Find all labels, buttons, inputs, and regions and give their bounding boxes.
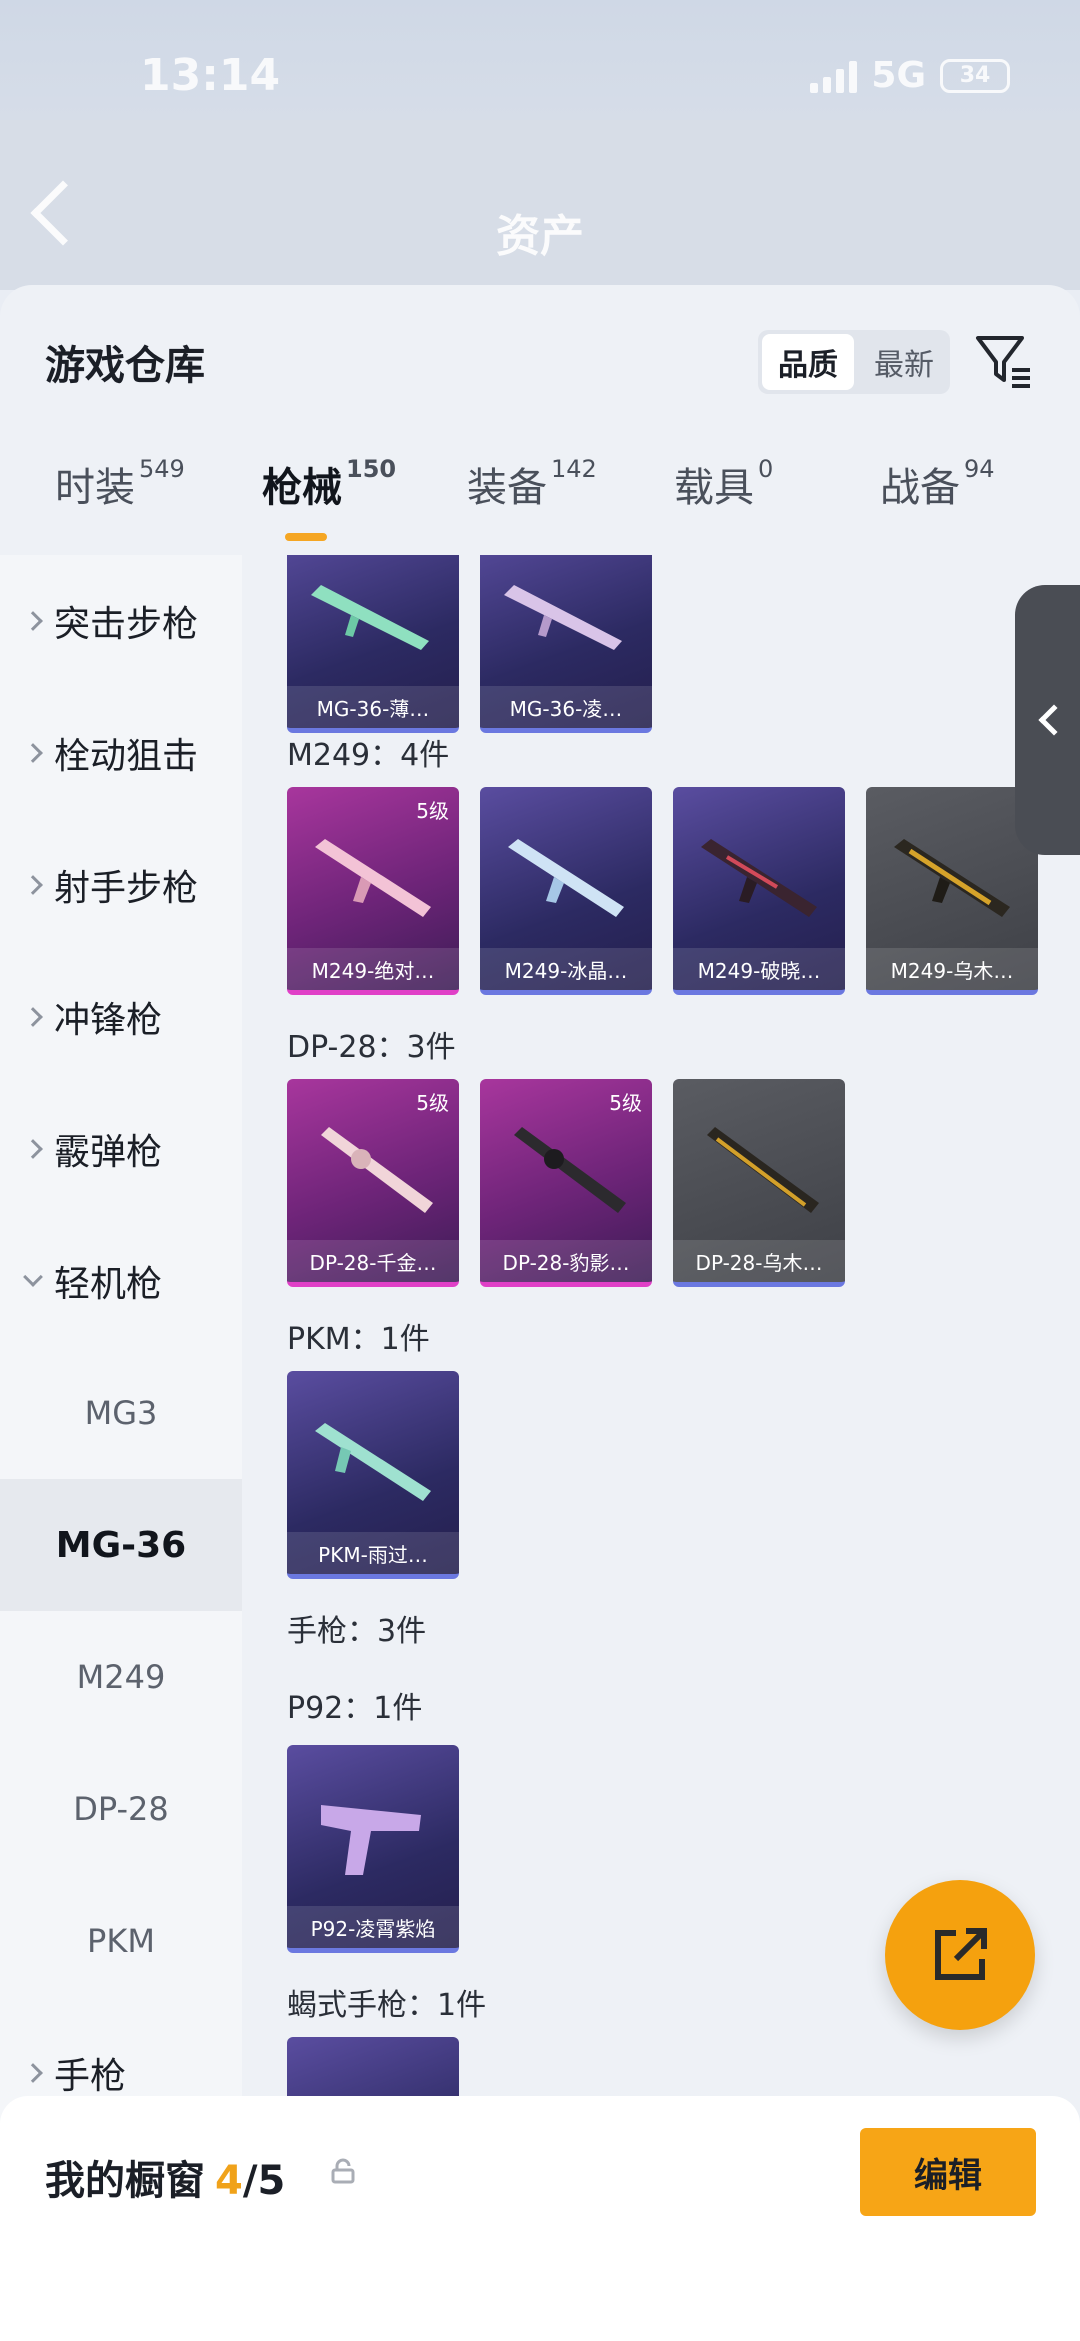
skin-card[interactable]: M249-冰晶… [480, 787, 652, 995]
filter-icon[interactable] [972, 330, 1034, 392]
status-time: 13:14 [140, 50, 281, 101]
tab-vehicles[interactable]: 载具 0 [674, 455, 773, 513]
status-bar: 13:14 5G 34 [0, 0, 1080, 120]
tab-underline [285, 533, 327, 541]
chevron-right-icon [23, 2063, 43, 2083]
lmg-skin-image [315, 839, 431, 917]
chevron-right-icon [23, 611, 43, 631]
sort-toggle: 品质 最新 [758, 330, 950, 394]
lmg-skin-image [321, 1127, 433, 1213]
group-header-pkm: PKM：1件 [287, 1322, 430, 1357]
group-header-m249: M249：4件 [287, 738, 450, 773]
page-title: 资产 [496, 211, 584, 262]
chevron-right-icon [23, 1139, 43, 1159]
showcase-count: 4 [215, 2158, 243, 2204]
skin-card[interactable]: MG-36-凌… [480, 555, 652, 733]
skin-name: MG-36-凌… [480, 686, 652, 728]
skin-name: PKM-雨过… [287, 1532, 459, 1574]
edit-button[interactable]: 编辑 [860, 2128, 1036, 2216]
subcategory-pkm[interactable]: PKM [0, 1875, 242, 2007]
status-indicators: 5G 34 [810, 55, 1010, 96]
category-lmg[interactable]: 轻机枪 [0, 1215, 242, 1347]
category-smg[interactable]: 冲锋枪 [0, 951, 242, 1083]
subcategory-dp28[interactable]: DP-28 [0, 1743, 242, 1875]
lmg-skin-image [508, 839, 624, 917]
showcase-bar: 我的橱窗 4 /5 编辑 [0, 2096, 1080, 2341]
subcategory-mg3[interactable]: MG3 [0, 1347, 242, 1479]
skin-card[interactable]: P92-凌霄紫焰 [287, 1745, 459, 1953]
chevron-right-icon [23, 743, 43, 763]
chevron-down-icon [23, 1267, 43, 1287]
category-marksman-rifle[interactable]: 射手步枪 [0, 819, 242, 951]
collapse-handle[interactable] [1015, 585, 1080, 855]
tab-supplies[interactable]: 战备 94 [880, 455, 995, 513]
skin-card[interactable]: 5级 M249-绝对… [287, 787, 459, 995]
share-button[interactable] [885, 1880, 1035, 2030]
group-header-pistol: 手枪：3件 [287, 1614, 427, 1649]
lmg-skin-image [315, 1423, 431, 1501]
share-icon [935, 1928, 987, 1980]
chevron-left-icon [1037, 704, 1070, 736]
weapon-skin-list: MG-36-薄… MG-36-凌… M249：4件 5级 M249-绝对… M2… [242, 555, 1080, 2341]
lmg-skin-image [311, 585, 429, 650]
skin-name: M249-乌木… [866, 948, 1038, 990]
sheet-title: 游戏仓库 [45, 343, 205, 389]
skin-name: MG-36-薄… [287, 686, 459, 728]
skin-name: DP-28-乌木… [673, 1240, 845, 1282]
nav-header: 资产 [0, 120, 1080, 290]
group-header-dp28: DP-28：3件 [287, 1030, 456, 1065]
skin-card[interactable]: M249-破晓… [673, 787, 845, 995]
warehouse-sheet: 游戏仓库 品质 最新 时装 549 枪械 150 装备 142 载具 0 战备 94 突击… [0, 285, 1080, 2341]
subcategory-mg36[interactable]: MG-36 [0, 1479, 242, 1611]
tab-equipment[interactable]: 装备 142 [467, 455, 597, 513]
lmg-skin-image [701, 839, 817, 917]
lmg-skin-image [707, 1127, 819, 1213]
weapon-category-sidebar: 突击步枪 栓动狙击 射手步枪 冲锋枪 霰弹枪 轻机枪 MG3 MG-36 M24… [0, 555, 242, 2341]
sort-quality-button[interactable]: 品质 [762, 334, 854, 390]
skin-name: P92-凌霄紫焰 [287, 1906, 459, 1948]
skin-name: M249-破晓… [673, 948, 845, 990]
group-header-p92: P92：1件 [287, 1691, 423, 1726]
battery-icon: 34 [940, 58, 1010, 93]
skin-name: M249-冰晶… [480, 948, 652, 990]
showcase-label: 我的橱窗 4 /5 [45, 2158, 286, 2204]
chevron-right-icon [23, 875, 43, 895]
skin-card[interactable]: 5级 DP-28-千金… [287, 1079, 459, 1287]
lmg-skin-image [894, 839, 1010, 917]
network-label: 5G [871, 55, 926, 96]
tab-fashion[interactable]: 时装 549 [55, 455, 185, 513]
skin-card[interactable]: M249-乌木… [866, 787, 1038, 995]
sort-newest-button[interactable]: 最新 [858, 330, 950, 394]
subcategory-m249[interactable]: M249 [0, 1611, 242, 1743]
lock-icon [331, 2158, 355, 2184]
skin-card[interactable]: DP-28-乌木… [673, 1079, 845, 1287]
category-shotgun[interactable]: 霰弹枪 [0, 1083, 242, 1215]
showcase-total: /5 [242, 2158, 286, 2204]
skin-name: DP-28-豹影… [480, 1240, 652, 1282]
category-bolt-sniper[interactable]: 栓动狙击 [0, 687, 242, 819]
lmg-skin-image [514, 1127, 626, 1213]
category-tabs: 时装 549 枪械 150 装备 142 载具 0 战备 94 [0, 455, 1080, 555]
chevron-right-icon [23, 1007, 43, 1027]
skin-name: M249-绝对… [287, 948, 459, 990]
pistol-skin-image [321, 1805, 421, 1875]
skin-card[interactable]: PKM-雨过… [287, 1371, 459, 1579]
group-header-scorpion: 蝎式手枪：1件 [287, 1988, 487, 2023]
tab-firearms[interactable]: 枪械 150 [262, 455, 396, 513]
skin-card[interactable]: MG-36-薄… [287, 555, 459, 733]
skin-card[interactable]: 5级 DP-28-豹影… [480, 1079, 652, 1287]
signal-icon [810, 59, 858, 93]
skin-name: DP-28-千金… [287, 1240, 459, 1282]
category-assault-rifle[interactable]: 突击步枪 [0, 555, 242, 687]
lmg-skin-image [504, 585, 622, 650]
